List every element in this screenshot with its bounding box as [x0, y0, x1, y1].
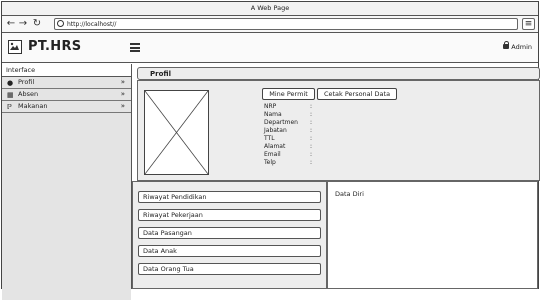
- section-data-orang-tua[interactable]: Data Orang Tua: [138, 263, 321, 275]
- sections-panel: Riwayat Pendidikan Riwayat Pekerjaan Dat…: [132, 181, 327, 289]
- detail-title: Data Diri: [335, 190, 364, 198]
- field-email: Email:: [264, 151, 313, 158]
- hamburger-icon[interactable]: [130, 43, 140, 52]
- utensils-icon: ℙ: [7, 103, 12, 111]
- sidebar-item-label: Profil: [18, 78, 35, 86]
- sidebar-empty-area: [2, 113, 131, 300]
- chevron-right-icon: »: [120, 90, 125, 98]
- user-menu[interactable]: Admin: [503, 41, 532, 51]
- field-telp: Telp:: [264, 159, 313, 166]
- main-content: Profil Mine Permit Cetak Personal Data N…: [132, 64, 540, 289]
- profile-panel: Mine Permit Cetak Personal Data NRP: Nam…: [137, 80, 540, 181]
- page-title: Profil: [137, 67, 540, 80]
- profile-fields: NRP: Nama: Departmen: Jabatan: TTL: Alam…: [264, 103, 312, 167]
- sidebar-item-makanan[interactable]: ℙ Makanan »: [2, 101, 131, 113]
- field-nama: Nama:: [264, 111, 313, 118]
- chevron-right-icon: »: [120, 78, 125, 86]
- section-data-anak[interactable]: Data Anak: [138, 245, 321, 257]
- chevron-right-icon: »: [120, 102, 125, 110]
- app-header: PT.HRS Admin: [2, 33, 538, 63]
- sidebar: Interface ● Profil » ▦ Absen » ℙ Makanan…: [2, 64, 132, 300]
- url-text: http://localhost//: [67, 21, 117, 28]
- window-title: A Web Page: [2, 2, 538, 16]
- section-data-pasangan[interactable]: Data Pasangan: [138, 227, 321, 239]
- browser-menu-button[interactable]: ≡: [522, 18, 535, 30]
- sidebar-item-profil[interactable]: ● Profil »: [2, 77, 131, 89]
- profile-photo-placeholder: [144, 90, 209, 175]
- field-alamat: Alamat:: [264, 143, 313, 150]
- details-area: Riwayat Pendidikan Riwayat Pekerjaan Dat…: [132, 181, 538, 289]
- field-ttl: TTL:: [264, 135, 313, 142]
- field-departmen: Departmen:: [264, 119, 313, 126]
- hamburger-icon: ≡: [524, 19, 533, 29]
- image-icon: [8, 40, 22, 54]
- detail-panel: Data Diri: [327, 181, 538, 289]
- section-riwayat-pendidikan[interactable]: Riwayat Pendidikan: [138, 191, 321, 203]
- arrow-left-icon[interactable]: ←: [5, 17, 17, 31]
- sidebar-title: Interface: [2, 64, 131, 77]
- field-jabatan: Jabatan:: [264, 127, 313, 134]
- field-nrp: NRP:: [264, 103, 313, 110]
- user-name: Admin: [511, 43, 532, 51]
- calendar-icon: ▦: [7, 91, 14, 99]
- user-icon: ●: [7, 79, 14, 87]
- address-bar: ← → ↻ http://localhost// ≡: [2, 16, 538, 33]
- print-personal-data-button[interactable]: Cetak Personal Data: [317, 88, 397, 100]
- url-input[interactable]: http://localhost//: [54, 18, 518, 30]
- lock-icon: [503, 41, 510, 49]
- sidebar-item-absen[interactable]: ▦ Absen »: [2, 89, 131, 101]
- browser-window: A Web Page ← → ↻ http://localhost// ≡ PT…: [1, 1, 540, 300]
- sidebar-item-label: Absen: [18, 90, 39, 98]
- brand-name[interactable]: PT.HRS: [28, 39, 81, 54]
- arrow-right-icon[interactable]: →: [17, 17, 29, 31]
- search-icon: [57, 20, 64, 27]
- sidebar-item-label: Makanan: [18, 102, 48, 110]
- section-riwayat-pekerjaan[interactable]: Riwayat Pekerjaan: [138, 209, 321, 221]
- mine-permit-button[interactable]: Mine Permit: [262, 88, 315, 100]
- reload-icon[interactable]: ↻: [31, 17, 43, 31]
